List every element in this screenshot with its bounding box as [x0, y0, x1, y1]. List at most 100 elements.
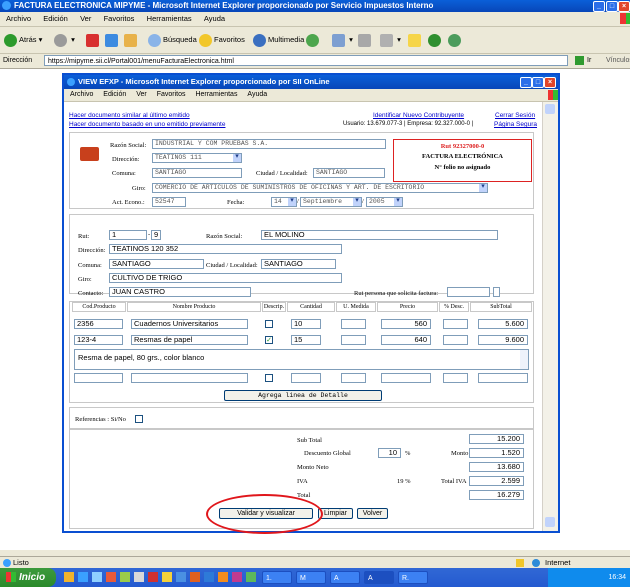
row1-nombre[interactable]: Cuadernos Universitarios: [131, 319, 248, 329]
add-detail-line-button[interactable]: Agrega linea de Detalle: [224, 390, 382, 401]
popup-minimize-icon[interactable]: _: [520, 77, 532, 88]
row2-codigo[interactable]: 123-4: [74, 335, 123, 345]
refresh-button[interactable]: [105, 31, 120, 49]
link-close-session[interactable]: Cerrar Sesión: [495, 112, 535, 119]
popup-menu-archivo[interactable]: Archivo: [70, 91, 93, 98]
link-secure-page[interactable]: Página Segura: [494, 121, 537, 128]
rut-solicita-dv-field[interactable]: [493, 287, 500, 297]
row1-precio[interactable]: 560: [381, 319, 431, 329]
mail-button[interactable]: ▾: [332, 31, 353, 49]
issuer-comuna-field[interactable]: SANTIAGO: [152, 168, 242, 178]
popup-vertical-scrollbar[interactable]: [542, 102, 558, 531]
quicklaunch-icon[interactable]: [120, 572, 130, 582]
textarea-scrollbar[interactable]: [520, 350, 528, 369]
row3-unidad[interactable]: [341, 373, 366, 383]
menu-ayuda[interactable]: Ayuda: [204, 14, 225, 23]
scroll-up-icon[interactable]: [545, 104, 555, 114]
taskbar-item-1[interactable]: 1.: [262, 571, 292, 584]
popup-menu-favoritos[interactable]: Favoritos: [157, 91, 186, 98]
row1-descrip-checkbox[interactable]: [265, 320, 273, 328]
quicklaunch-icon[interactable]: [134, 572, 144, 582]
discuss-button[interactable]: [408, 31, 423, 49]
maximize-icon[interactable]: □: [606, 1, 618, 12]
taskbar-item-4[interactable]: A: [364, 571, 394, 584]
scroll-down-icon[interactable]: [545, 517, 555, 527]
row2-descrip-checkbox[interactable]: ✓: [265, 336, 273, 344]
row1-codigo[interactable]: 2356: [74, 319, 123, 329]
quicklaunch-icon[interactable]: [232, 572, 242, 582]
edit-button[interactable]: ▾: [380, 31, 401, 49]
go-arrow-icon[interactable]: [575, 56, 584, 65]
fecha-dia-select[interactable]: 14: [271, 197, 297, 207]
quicklaunch-icon[interactable]: [106, 572, 116, 582]
rut-solicita-field[interactable]: [447, 287, 490, 297]
receiver-dv-field[interactable]: 9: [151, 230, 161, 240]
fecha-anio-select[interactable]: 2005: [366, 197, 403, 207]
receiver-comuna-field[interactable]: SANTIAGO: [109, 259, 204, 269]
row3-precio[interactable]: [381, 373, 431, 383]
receiver-razon-field[interactable]: EL MOLINO: [261, 230, 498, 240]
quicklaunch-icon[interactable]: [190, 572, 200, 582]
history-button[interactable]: [306, 31, 321, 49]
receiver-rut-field[interactable]: 1: [109, 230, 147, 240]
issuer-giro-select[interactable]: COMERCIO DE ARTICULOS DE SUMINISTROS DE …: [152, 183, 488, 193]
stop-button[interactable]: [86, 31, 101, 49]
go-button[interactable]: Ir: [587, 54, 591, 68]
quicklaunch-icon[interactable]: [78, 572, 88, 582]
link-similar-last[interactable]: Hacer documento similar al último emitid…: [69, 112, 190, 119]
row3-nombre[interactable]: [131, 373, 248, 383]
close-icon[interactable]: ×: [618, 1, 630, 12]
quicklaunch-icon[interactable]: [218, 572, 228, 582]
popup-maximize-icon[interactable]: □: [532, 77, 544, 88]
issuer-direccion-select[interactable]: TEATINOS 111: [152, 153, 242, 163]
back-button[interactable]: Atrás ▾: [4, 31, 42, 49]
row2-desc[interactable]: [443, 335, 468, 345]
receiver-direccion-field[interactable]: TEATINOS 120 352: [109, 244, 342, 254]
row1-unidad[interactable]: [341, 319, 366, 329]
address-input[interactable]: https://mipyme.sii.cl/Portal001/menuFact…: [44, 55, 568, 66]
link-based-previous[interactable]: Hacer documento basado en uno emitido pr…: [69, 121, 225, 128]
taskbar-item-2[interactable]: M: [296, 571, 326, 584]
references-checkbox[interactable]: [135, 415, 143, 423]
popup-menu-ver[interactable]: Ver: [136, 91, 147, 98]
row2-precio[interactable]: 640: [381, 335, 431, 345]
multimedia-button[interactable]: Multimedia: [253, 31, 304, 49]
taskbar-item-3[interactable]: A: [330, 571, 360, 584]
quicklaunch-icon[interactable]: [148, 572, 158, 582]
menu-favoritos[interactable]: Favoritos: [104, 14, 135, 23]
menu-herramientas[interactable]: Herramientas: [147, 14, 192, 23]
receiver-ciudad-field[interactable]: SANTIAGO: [261, 259, 336, 269]
row3-cantidad[interactable]: [291, 373, 321, 383]
row2-cantidad[interactable]: 15: [291, 335, 321, 345]
row1-desc[interactable]: [443, 319, 468, 329]
row2-unidad[interactable]: [341, 335, 366, 345]
taskbar-item-5[interactable]: R.: [398, 571, 428, 584]
menu-archivo[interactable]: Archivo: [6, 14, 31, 23]
quicklaunch-icon[interactable]: [92, 572, 102, 582]
back-button[interactable]: Volver: [357, 508, 388, 519]
popup-close-icon[interactable]: ×: [544, 77, 556, 88]
row3-descrip-checkbox[interactable]: [265, 374, 273, 382]
clear-button[interactable]: Limpiar: [318, 508, 353, 519]
row3-desc[interactable]: [443, 373, 468, 383]
favorites-button[interactable]: Favoritos: [199, 31, 245, 49]
issuer-razon-field[interactable]: INDUSTRIAL Y COM PRUEBAS S.A.: [152, 139, 386, 149]
issuer-act-econ-field[interactable]: 52547: [152, 197, 186, 207]
print-button[interactable]: [358, 31, 373, 49]
forward-button[interactable]: ▾: [54, 31, 75, 49]
receiver-contacto-field[interactable]: JUAN CASTRO: [109, 287, 251, 297]
row3-codigo[interactable]: [74, 373, 123, 383]
popup-menu-ayuda[interactable]: Ayuda: [247, 91, 267, 98]
description-textarea[interactable]: Resma de papel, 80 grs., color blanco: [74, 349, 529, 370]
fecha-mes-select[interactable]: Septiembre: [300, 197, 362, 207]
start-button[interactable]: Inicio: [0, 568, 56, 587]
menu-edicion[interactable]: Edición: [43, 14, 68, 23]
quicklaunch-icon[interactable]: [176, 572, 186, 582]
row1-cantidad[interactable]: 10: [291, 319, 321, 329]
popup-menu-edicion[interactable]: Edición: [103, 91, 126, 98]
quicklaunch-icon[interactable]: [246, 572, 256, 582]
receiver-giro-field[interactable]: CULTIVO DE TRIGO: [109, 273, 342, 283]
research-button[interactable]: [448, 31, 463, 49]
issuer-ciudad-field[interactable]: SANTIAGO: [313, 168, 385, 178]
messenger-button[interactable]: [428, 31, 443, 49]
